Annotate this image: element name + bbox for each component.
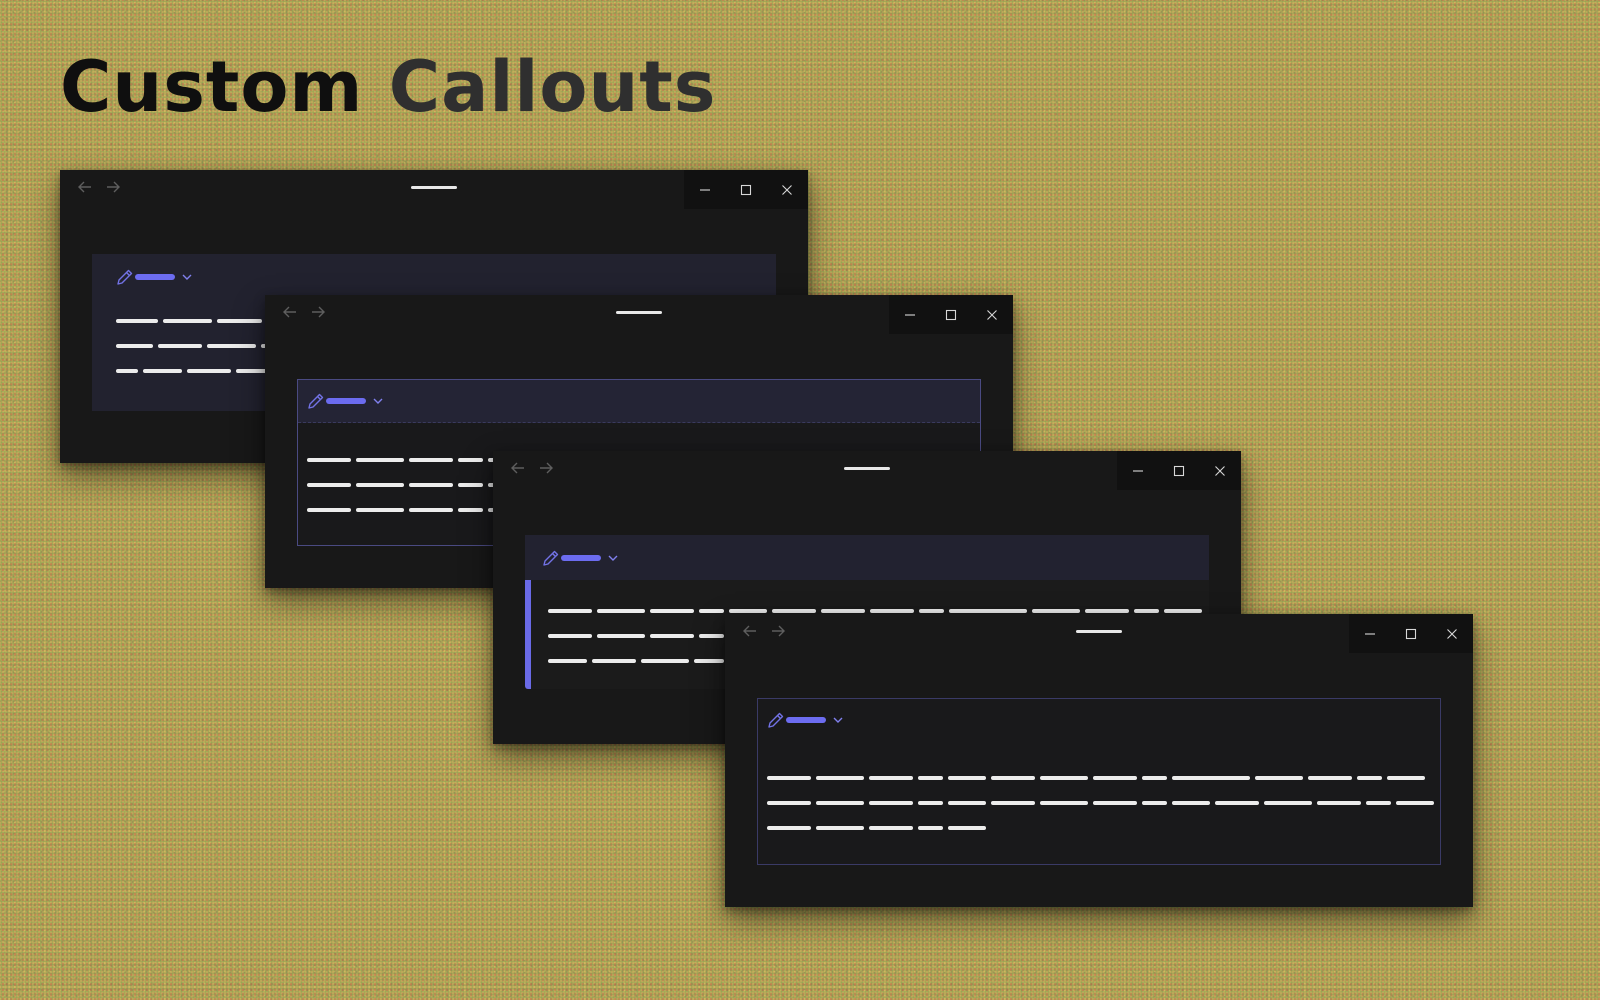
chevron-down-icon[interactable] [606, 551, 620, 565]
callout-title-placeholder [135, 274, 175, 280]
window-controls [1349, 614, 1473, 653]
minimize-icon[interactable] [1117, 451, 1158, 490]
pencil-icon [307, 392, 325, 410]
close-icon[interactable] [1431, 614, 1472, 653]
window-titlebar [60, 170, 808, 210]
callout-block [757, 698, 1441, 865]
window-callout-style-4 [725, 614, 1473, 907]
window-title-placeholder [844, 467, 890, 470]
callout-title-placeholder [561, 554, 601, 561]
callout-header[interactable] [525, 535, 1209, 580]
text-line [767, 826, 1439, 830]
text-line [767, 776, 1439, 780]
callout-header[interactable] [298, 380, 980, 423]
chevron-down-icon[interactable] [371, 394, 385, 408]
maximize-icon[interactable] [930, 295, 971, 334]
window-titlebar [725, 614, 1473, 654]
callout-header[interactable] [767, 711, 845, 729]
minimize-icon[interactable] [889, 295, 930, 334]
arrow-right-icon[interactable] [104, 178, 122, 196]
window-controls [889, 295, 1013, 334]
window-title-placeholder [411, 186, 457, 189]
callout-title-placeholder [326, 398, 366, 404]
maximize-icon[interactable] [1158, 451, 1199, 490]
minimize-icon[interactable] [684, 170, 725, 209]
arrow-right-icon[interactable] [537, 459, 555, 477]
minimize-icon[interactable] [1349, 614, 1390, 653]
chevron-down-icon[interactable] [831, 713, 845, 727]
callout-header[interactable] [116, 268, 194, 286]
callout-title-placeholder [786, 717, 826, 723]
close-icon[interactable] [1199, 451, 1240, 490]
arrow-left-icon[interactable] [76, 178, 94, 196]
pencil-icon [542, 549, 560, 567]
text-line [548, 609, 1207, 613]
chevron-down-icon[interactable] [180, 270, 194, 284]
window-title-placeholder [1076, 630, 1122, 633]
close-icon[interactable] [971, 295, 1012, 334]
maximize-icon[interactable] [1390, 614, 1431, 653]
arrow-left-icon[interactable] [509, 459, 527, 477]
page-title: Custom Callouts [60, 52, 716, 122]
window-titlebar [265, 295, 1013, 335]
arrow-left-icon[interactable] [281, 303, 299, 321]
arrow-right-icon[interactable] [309, 303, 327, 321]
arrow-left-icon[interactable] [741, 622, 759, 640]
maximize-icon[interactable] [725, 170, 766, 209]
title-word-callouts: Callouts [388, 46, 717, 128]
callout-body [767, 776, 1439, 851]
close-icon[interactable] [766, 170, 807, 209]
window-controls [1117, 451, 1241, 490]
text-line [767, 801, 1439, 805]
title-word-custom: Custom [60, 46, 364, 128]
pencil-icon [116, 268, 134, 286]
window-title-placeholder [616, 311, 662, 314]
arrow-right-icon[interactable] [769, 622, 787, 640]
window-titlebar [493, 451, 1241, 491]
pencil-icon [767, 711, 785, 729]
window-controls [684, 170, 808, 209]
